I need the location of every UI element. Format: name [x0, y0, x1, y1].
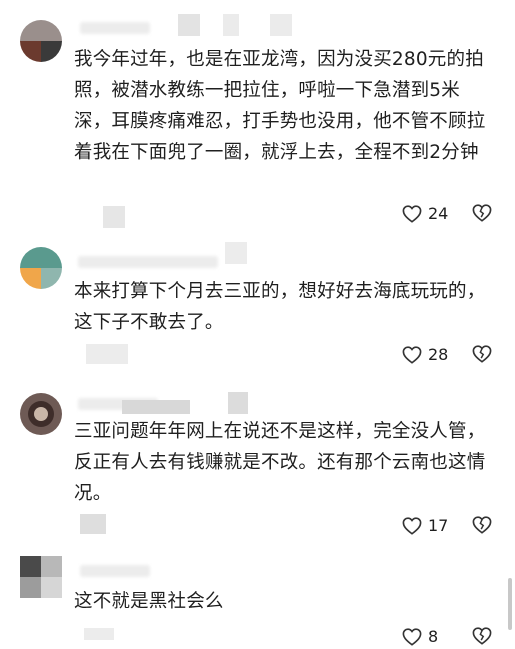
comment-text: 我今年过年，也是在亚龙湾，因为没买280元的拍照，被潜水教练一把拉住，呼啦一下急…: [74, 49, 486, 163]
like-count: 24: [428, 204, 449, 223]
username-pixelation: [122, 400, 190, 414]
dislike-button[interactable]: [472, 204, 492, 226]
scrollbar[interactable]: [508, 578, 512, 630]
comment-meta: [103, 206, 125, 228]
like-count: 8: [428, 627, 439, 646]
comment-meta: [80, 514, 106, 534]
avatar[interactable]: [20, 393, 62, 435]
comment-meta: [86, 344, 128, 364]
like-button[interactable]: 17: [402, 516, 448, 535]
username-pixelation: [223, 14, 239, 36]
username-pixelation: [228, 392, 248, 414]
heart-outline-icon: [402, 627, 422, 646]
like-button[interactable]: 24: [402, 204, 448, 223]
like-button[interactable]: 8: [402, 627, 438, 646]
broken-heart-icon: [472, 345, 492, 367]
comment-text: 三亚问题年年网上在说还不是这样，完全没人管，反正有人去有钱赚就是不改。还有那个云…: [74, 421, 486, 504]
username-pixelation: [178, 14, 200, 36]
like-count: 17: [428, 516, 449, 535]
username[interactable]: [80, 22, 150, 34]
avatar[interactable]: [20, 247, 62, 289]
username-pixelation: [270, 14, 292, 36]
comment-text: 这不就是黑社会么: [74, 591, 224, 612]
like-count: 28: [428, 345, 449, 364]
username[interactable]: [78, 256, 218, 268]
comment-meta: [84, 628, 114, 640]
broken-heart-icon: [472, 516, 492, 538]
dislike-button[interactable]: [472, 345, 492, 367]
like-button[interactable]: 28: [402, 345, 448, 364]
username-pixelation: [225, 242, 247, 264]
dislike-button[interactable]: [472, 516, 492, 538]
avatar[interactable]: [20, 20, 62, 62]
heart-outline-icon: [402, 345, 422, 364]
dislike-button[interactable]: [472, 627, 492, 649]
heart-outline-icon: [402, 204, 422, 223]
username[interactable]: [80, 565, 150, 577]
avatar[interactable]: [20, 556, 62, 598]
comment-text: 本来打算下个月去三亚的，想好好去海底玩玩的，这下子不敢去了。: [74, 281, 486, 333]
heart-outline-icon: [402, 516, 422, 535]
broken-heart-icon: [472, 204, 492, 226]
